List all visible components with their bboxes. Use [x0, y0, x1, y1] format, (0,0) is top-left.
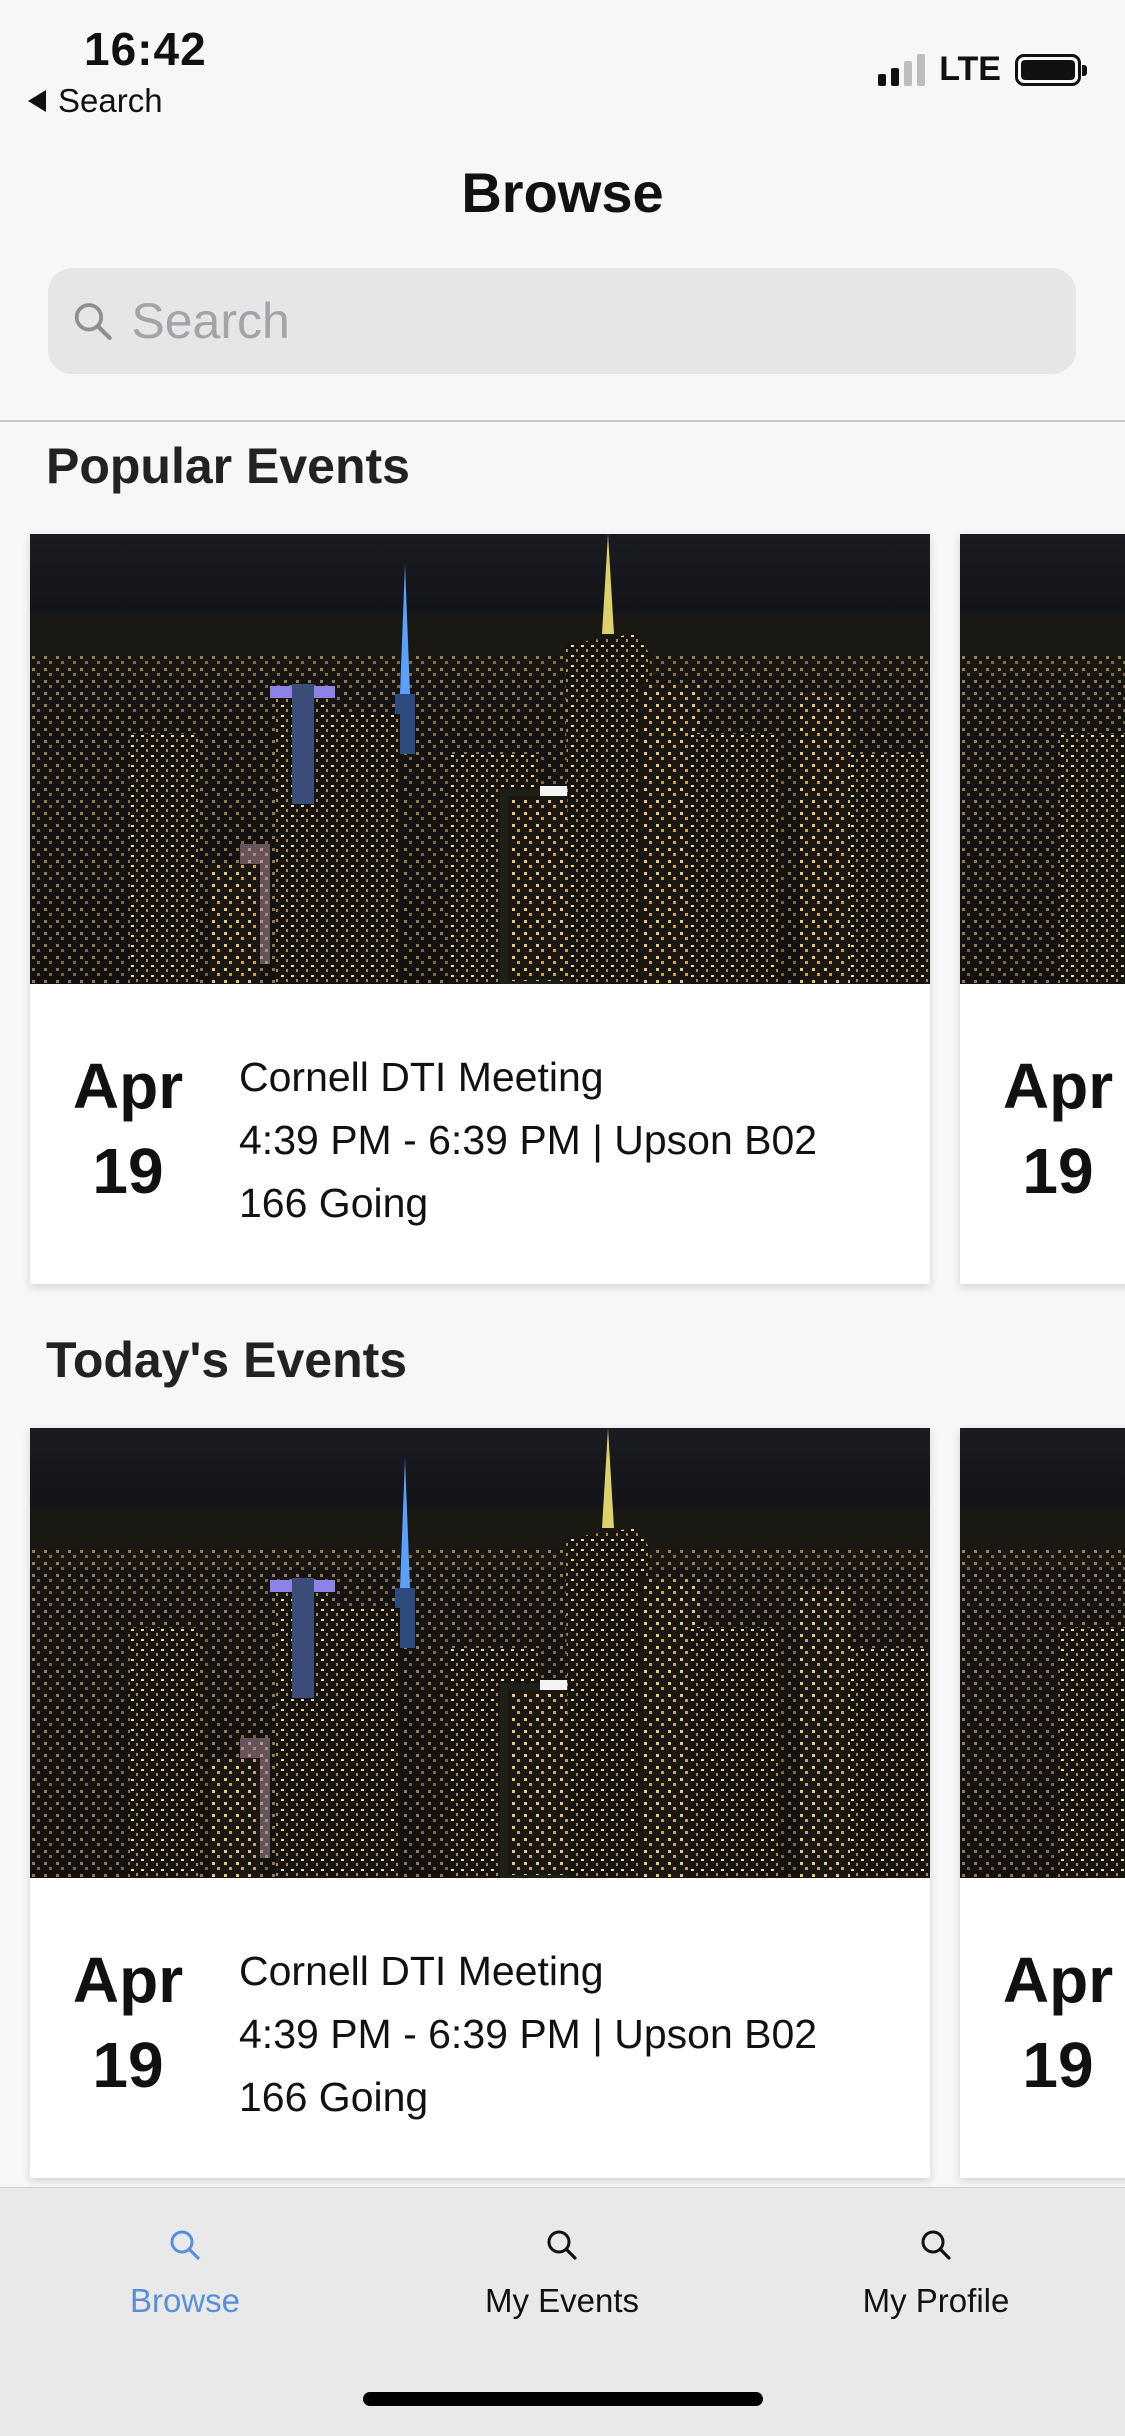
section-title-popular-events: Popular Events [46, 438, 410, 494]
search-icon [170, 2230, 200, 2260]
event-card[interactable]: Apr 19 [960, 1428, 1125, 2178]
event-going-count: 166 Going [239, 2074, 429, 2120]
event-month: Apr [72, 1944, 184, 2016]
back-to-search-link[interactable]: Search [28, 82, 163, 120]
event-day: 19 [92, 1135, 164, 1207]
search-input[interactable] [131, 292, 1076, 350]
event-day: 19 [92, 2029, 164, 2101]
event-image [960, 1428, 1125, 1878]
back-arrow-icon [28, 90, 46, 112]
event-image [30, 1428, 930, 1878]
status-time: 16:42 [84, 23, 207, 75]
event-time-location: 4:39 PM - 6:39 PM | Upson B02 [239, 2011, 818, 2057]
browse-screen: 16:42 Search LTE Browse Popular Events A… [0, 0, 1125, 2436]
search-icon [921, 2230, 951, 2260]
network-type: LTE [939, 50, 1001, 88]
tab-my-events[interactable]: My Events [412, 2228, 712, 2320]
section-title-todays-events: Today's Events [46, 1332, 408, 1388]
event-going-count: 166 Going [239, 1180, 429, 1226]
status-indicators: LTE [878, 50, 1087, 89]
event-name: Cornell DTI Meeting [239, 1948, 604, 1994]
search-icon [74, 303, 112, 341]
tab-my-profile[interactable]: My Profile [786, 2228, 1086, 2320]
event-card[interactable]: Apr 19 Cornell DTI Meeting 4:39 PM - 6:3… [30, 1428, 930, 2178]
search-bar[interactable] [48, 268, 1076, 374]
event-month: Apr [72, 1050, 184, 1122]
event-day: 19 [1022, 1135, 1094, 1207]
signal-strength-icon [878, 53, 926, 86]
event-image [960, 534, 1125, 984]
event-time-location: 4:39 PM - 6:39 PM | Upson B02 [239, 1117, 818, 1163]
event-name: Cornell DTI Meeting [239, 1054, 604, 1100]
tab-label-my-profile: My Profile [862, 2282, 1010, 2319]
tab-label-my-events: My Events [484, 2282, 640, 2319]
tab-label-browse: Browse [129, 2282, 241, 2319]
header-divider [0, 420, 1125, 422]
event-month: Apr [1002, 1944, 1114, 2016]
page-title: Browse [461, 161, 664, 224]
event-month: Apr [1002, 1050, 1114, 1122]
tab-browse[interactable]: Browse [35, 2228, 335, 2320]
event-card[interactable]: Apr 19 Cornell DTI Meeting 4:39 PM - 6:3… [30, 534, 930, 1284]
battery-icon [1015, 53, 1087, 86]
home-indicator[interactable] [363, 2392, 763, 2406]
event-card[interactable]: Apr 19 [960, 534, 1125, 1284]
event-image [30, 534, 930, 984]
search-icon [547, 2230, 577, 2260]
event-day: 19 [1022, 2029, 1094, 2101]
back-link-label: Search [58, 82, 163, 119]
